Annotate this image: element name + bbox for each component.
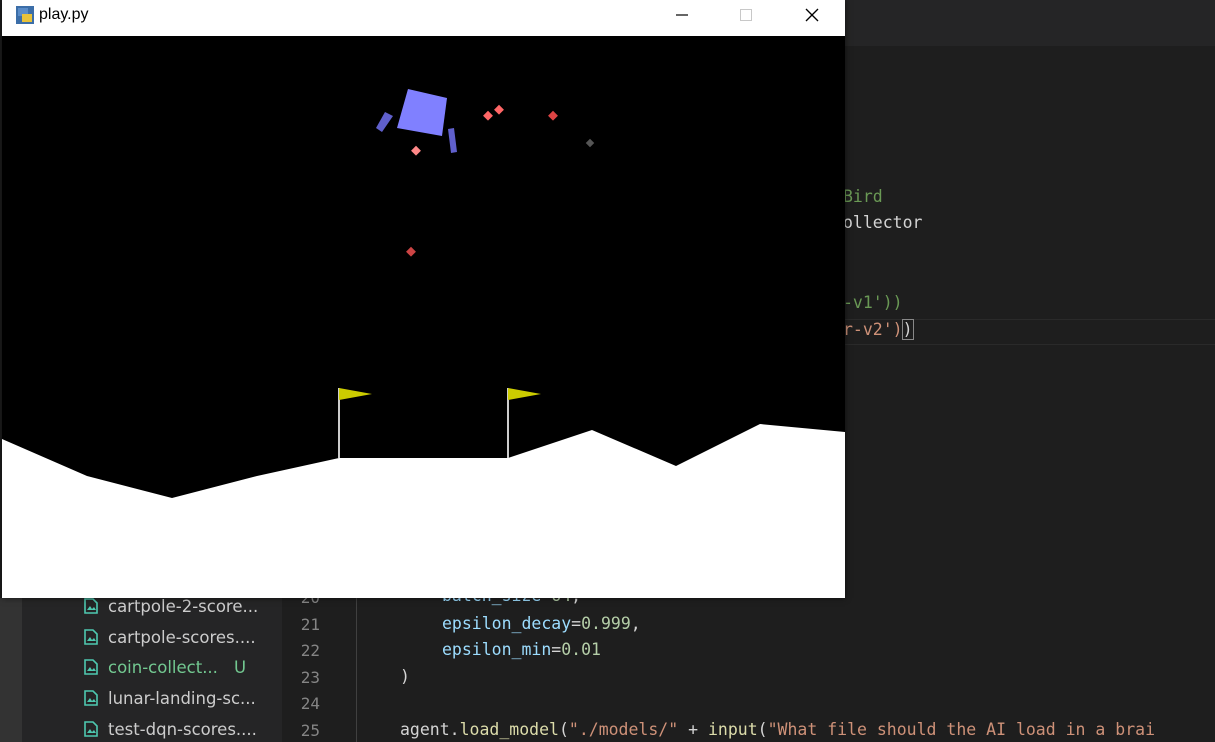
code-token: + xyxy=(678,720,708,739)
code-fragment-2: ollector xyxy=(843,213,922,232)
line-number: 21 xyxy=(300,615,320,634)
maximize-icon xyxy=(740,9,752,21)
game-window[interactable]: play.py xyxy=(2,0,845,598)
file-name: cartpole-scores.... xyxy=(108,627,256,647)
code-fragment-3: -v1')) xyxy=(843,293,903,312)
indent-guide xyxy=(356,598,357,742)
code-token: ( xyxy=(757,720,768,739)
file-name: cartpole-2-score... xyxy=(108,596,259,616)
line-number: 22 xyxy=(300,641,320,660)
code-line-23[interactable]: ) xyxy=(400,667,410,686)
minimize-button[interactable] xyxy=(659,0,705,30)
code-line-22[interactable]: epsilon_min=0.01 xyxy=(442,640,601,659)
window-title: play.py xyxy=(39,6,89,23)
line-number: 25 xyxy=(300,721,320,740)
code-token: 0.999 xyxy=(581,614,631,633)
code-fragment-text: ollector xyxy=(843,213,923,232)
minimize-icon xyxy=(676,14,688,16)
file-item[interactable]: coin-collect... U xyxy=(84,655,246,679)
python-icon xyxy=(16,6,34,24)
file-name: test-dqn-scores.... xyxy=(108,719,257,739)
code-token: 0.01 xyxy=(561,640,601,659)
editor-tab-bar xyxy=(845,0,1215,46)
code-token: ( xyxy=(558,720,569,739)
code-token: "./models/" xyxy=(568,720,679,739)
line-number: 23 xyxy=(300,668,320,687)
image-file-icon xyxy=(84,659,98,675)
file-item[interactable]: lunar-landing-sc... xyxy=(84,686,256,710)
file-item[interactable]: test-dqn-scores.... xyxy=(84,717,257,741)
code-token: "What file should the AI load in a brai xyxy=(767,720,1156,739)
code-line-25[interactable]: agent.load_model("./models/" + input("Wh… xyxy=(400,720,1155,739)
code-fragment-text: -v1')) xyxy=(843,293,903,312)
code-fragment-text: Bird xyxy=(843,187,883,206)
untracked-badge: U xyxy=(233,657,247,677)
file-name: lunar-landing-sc... xyxy=(108,688,256,708)
file-item[interactable]: cartpole-scores.... xyxy=(84,625,256,649)
code-fragment-1: Bird xyxy=(843,187,883,206)
close-button[interactable] xyxy=(789,0,835,30)
close-icon xyxy=(805,8,819,22)
code-fragment-text: r-v2') xyxy=(843,320,903,339)
code-fragment-4: r-v2')) xyxy=(843,319,914,340)
image-file-icon xyxy=(84,721,98,737)
code-token: epsilon_decay xyxy=(442,614,572,633)
code-token: load_model xyxy=(459,720,559,739)
code-token: ) xyxy=(400,667,410,686)
code-token: agent. xyxy=(400,720,460,739)
code-line-21[interactable]: epsilon_decay=0.999, xyxy=(442,614,641,633)
explorer-indent-strip xyxy=(0,598,22,742)
image-file-icon xyxy=(84,629,98,645)
file-name: coin-collect... xyxy=(108,657,218,677)
game-canvas[interactable] xyxy=(2,36,845,598)
code-token: epsilon_min xyxy=(442,640,552,659)
image-file-icon xyxy=(84,690,98,706)
title-bar[interactable]: play.py xyxy=(2,0,845,36)
image-file-icon xyxy=(84,598,98,614)
line-number: 24 xyxy=(300,694,320,713)
matched-bracket: ) xyxy=(901,319,914,340)
maximize-button[interactable] xyxy=(723,0,769,30)
code-token: input xyxy=(707,720,758,739)
